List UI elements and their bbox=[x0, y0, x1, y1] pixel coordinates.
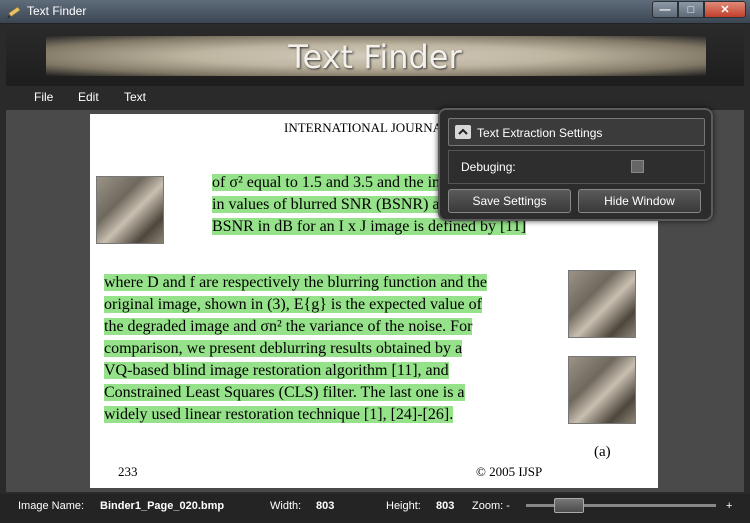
text-line: Constrained Least Squares (CLS) filter. … bbox=[104, 384, 465, 401]
save-settings-button[interactable]: Save Settings bbox=[448, 189, 571, 213]
debug-row: Debuging: bbox=[448, 150, 705, 184]
text-line: the degraded image and σn² the variance … bbox=[104, 318, 473, 335]
figure-caption: (a) bbox=[594, 444, 611, 460]
text-extraction-settings-panel: Text Extraction Settings Debuging: Save … bbox=[438, 108, 713, 221]
menu-file[interactable]: File bbox=[34, 90, 53, 104]
menu-text[interactable]: Text bbox=[124, 90, 146, 104]
text-line: widely used linear restoration technique… bbox=[104, 406, 454, 423]
close-button[interactable]: ✕ bbox=[704, 1, 746, 18]
close-icon: ✕ bbox=[720, 4, 730, 16]
window-title: Text Finder bbox=[27, 4, 87, 18]
lena-thumbnail-2 bbox=[568, 270, 636, 338]
zoom-slider-thumb[interactable] bbox=[554, 498, 584, 513]
page-number: 233 bbox=[118, 464, 138, 479]
hide-window-button[interactable]: Hide Window bbox=[578, 189, 701, 213]
settings-header-label: Text Extraction Settings bbox=[477, 126, 603, 140]
height-value: 803 bbox=[436, 500, 455, 512]
lena-thumbnail-1 bbox=[96, 176, 164, 244]
zoom-label: Zoom: - bbox=[472, 500, 510, 512]
minimize-button[interactable]: — bbox=[652, 1, 678, 18]
title-bar[interactable]: Text Finder — □ ✕ bbox=[0, 0, 750, 24]
maximize-button[interactable]: □ bbox=[678, 1, 704, 18]
zoom-plus-label: + bbox=[726, 500, 733, 512]
minimize-icon: — bbox=[659, 3, 671, 16]
doc-paragraph-2: where D and f are respectively the blurr… bbox=[104, 272, 544, 426]
height-label: Height: bbox=[386, 500, 421, 512]
text-line: comparison, we present deblurring result… bbox=[104, 340, 463, 357]
width-value: 803 bbox=[316, 500, 335, 512]
menu-edit[interactable]: Edit bbox=[78, 90, 99, 104]
menu-bar: File Edit Text bbox=[6, 86, 744, 110]
status-bar: Image Name: Binder1_Page_020.bmp Width: … bbox=[0, 494, 750, 523]
image-name-value: Binder1_Page_020.bmp bbox=[100, 500, 225, 512]
text-line: VQ-based blind image restoration algorit… bbox=[104, 362, 449, 379]
chevron-up-icon[interactable] bbox=[455, 125, 471, 139]
app-pencil-icon bbox=[7, 6, 21, 19]
app-banner: Text Finder bbox=[6, 24, 744, 86]
debug-checkbox[interactable] bbox=[631, 160, 644, 173]
debug-label: Debuging: bbox=[461, 160, 516, 174]
image-name-label: Image Name: bbox=[18, 500, 85, 512]
settings-expander-header[interactable]: Text Extraction Settings bbox=[448, 118, 705, 146]
text-line: original image, shown in (3), E{g} is th… bbox=[104, 296, 482, 313]
banner-title: Text Finder bbox=[288, 38, 462, 76]
lena-thumbnail-3 bbox=[568, 356, 636, 424]
text-line: where D and f are respectively the blurr… bbox=[104, 274, 487, 291]
maximize-icon: □ bbox=[687, 3, 695, 16]
window-controls: — □ ✕ bbox=[652, 1, 746, 18]
copyright-notice: © 2005 IJSP bbox=[476, 464, 543, 479]
width-label: Width: bbox=[270, 500, 302, 512]
